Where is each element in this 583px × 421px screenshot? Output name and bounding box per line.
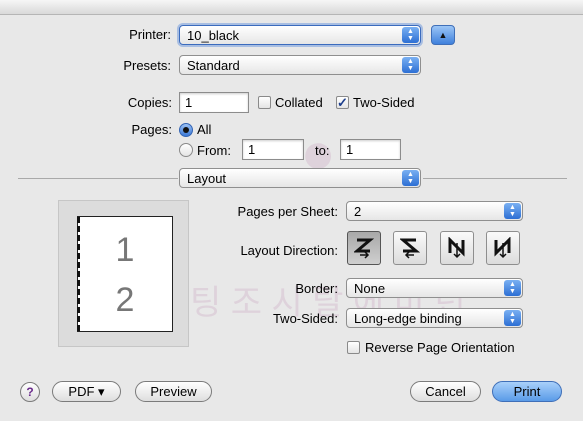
preview-page-1: 1 [115,231,135,269]
presets-value: Standard [187,58,240,73]
top-to-bottom-then-left-icon [494,237,511,259]
printer-value: 10_black [187,28,240,43]
pdf-button[interactable]: PDF ▾ [52,381,121,402]
pages-from-radio[interactable] [179,143,193,157]
pages-to-value: 1 [346,142,354,157]
pages-label: Pages: [131,122,172,137]
collapse-details-button[interactable]: ▲ [431,25,455,45]
presets-label: Presets: [123,58,171,73]
presets-popup[interactable]: Standard ▲ ▼ [179,55,421,75]
layout-direction-z-button[interactable] [347,231,381,265]
reverse-orientation-label[interactable]: Reverse Page Orientation [365,340,515,355]
print-button[interactable]: Print [492,381,562,402]
layout-direction-reverse-z-button[interactable] [393,231,427,265]
pages-per-sheet-value: 2 [354,204,362,219]
collated-label[interactable]: Collated [275,95,323,110]
border-value: None [354,281,386,296]
disclosure-up-icon: ▲ [438,30,448,40]
pages-to-label: to: [315,143,330,158]
preview-button[interactable]: Preview [135,381,212,402]
pages-per-sheet-popup[interactable]: 2 ▲ ▼ [346,201,523,221]
popup-arrows-icon: ▲ ▼ [504,310,521,326]
border-label: Border: [295,281,338,296]
popup-arrows-icon: ▲ ▼ [402,27,419,43]
collated-checkbox[interactable] [258,96,271,109]
pages-to-field[interactable]: 1 [340,139,401,160]
two-sided-label[interactable]: Two-Sided [353,95,414,110]
popup-arrows-icon: ▲ ▼ [504,203,521,219]
printer-popup[interactable]: 10_black ▲ ▼ [179,25,421,45]
separator-left [18,178,178,179]
copies-label: Copies: [127,95,172,110]
layout-two-sided-value: Long-edge binding [354,311,462,326]
pages-per-sheet-label: Pages per Sheet: [237,204,338,219]
layout-two-sided-label: Two-Sided: [272,311,338,326]
popup-arrows-icon: ▲ ▼ [402,57,419,73]
pages-from-value: 1 [248,142,256,157]
copies-field[interactable]: 1 [179,92,249,113]
panel-value: Layout [187,171,227,186]
title-bar [0,0,583,15]
checkmark-icon: ✓ [337,95,348,110]
pages-from-field[interactable]: 1 [242,139,304,160]
layout-direction-label: Layout Direction: [240,243,338,258]
two-sided-checkbox[interactable]: ✓ [336,96,349,109]
reverse-orientation-checkbox[interactable] [347,341,360,354]
border-popup[interactable]: None ▲ ▼ [346,278,523,298]
cancel-button[interactable]: Cancel [410,381,481,402]
help-button[interactable]: ? [20,382,40,402]
layout-direction-n-button[interactable] [440,231,474,265]
popup-arrows-icon: ▲ ▼ [402,170,419,186]
preview-page: 1 2 [77,216,173,332]
layout-two-sided-popup[interactable]: Long-edge binding ▲ ▼ [346,308,523,328]
top-to-bottom-then-right-icon [448,237,465,259]
separator-right [423,178,567,179]
left-to-right-then-down-icon [354,238,374,259]
pages-all-radio[interactable] [179,123,193,137]
pages-all-label[interactable]: All [197,122,211,137]
preview-page-2: 2 [115,281,135,319]
layout-direction-reverse-n-button[interactable] [486,231,520,265]
pages-from-label[interactable]: From: [197,143,231,158]
copies-value: 1 [185,95,193,110]
printer-label: Printer: [129,27,171,42]
right-to-left-then-down-icon [400,238,420,259]
help-icon: ? [26,385,34,399]
popup-arrows-icon: ▲ ▼ [504,280,521,296]
panel-popup[interactable]: Layout ▲ ▼ [179,168,421,188]
